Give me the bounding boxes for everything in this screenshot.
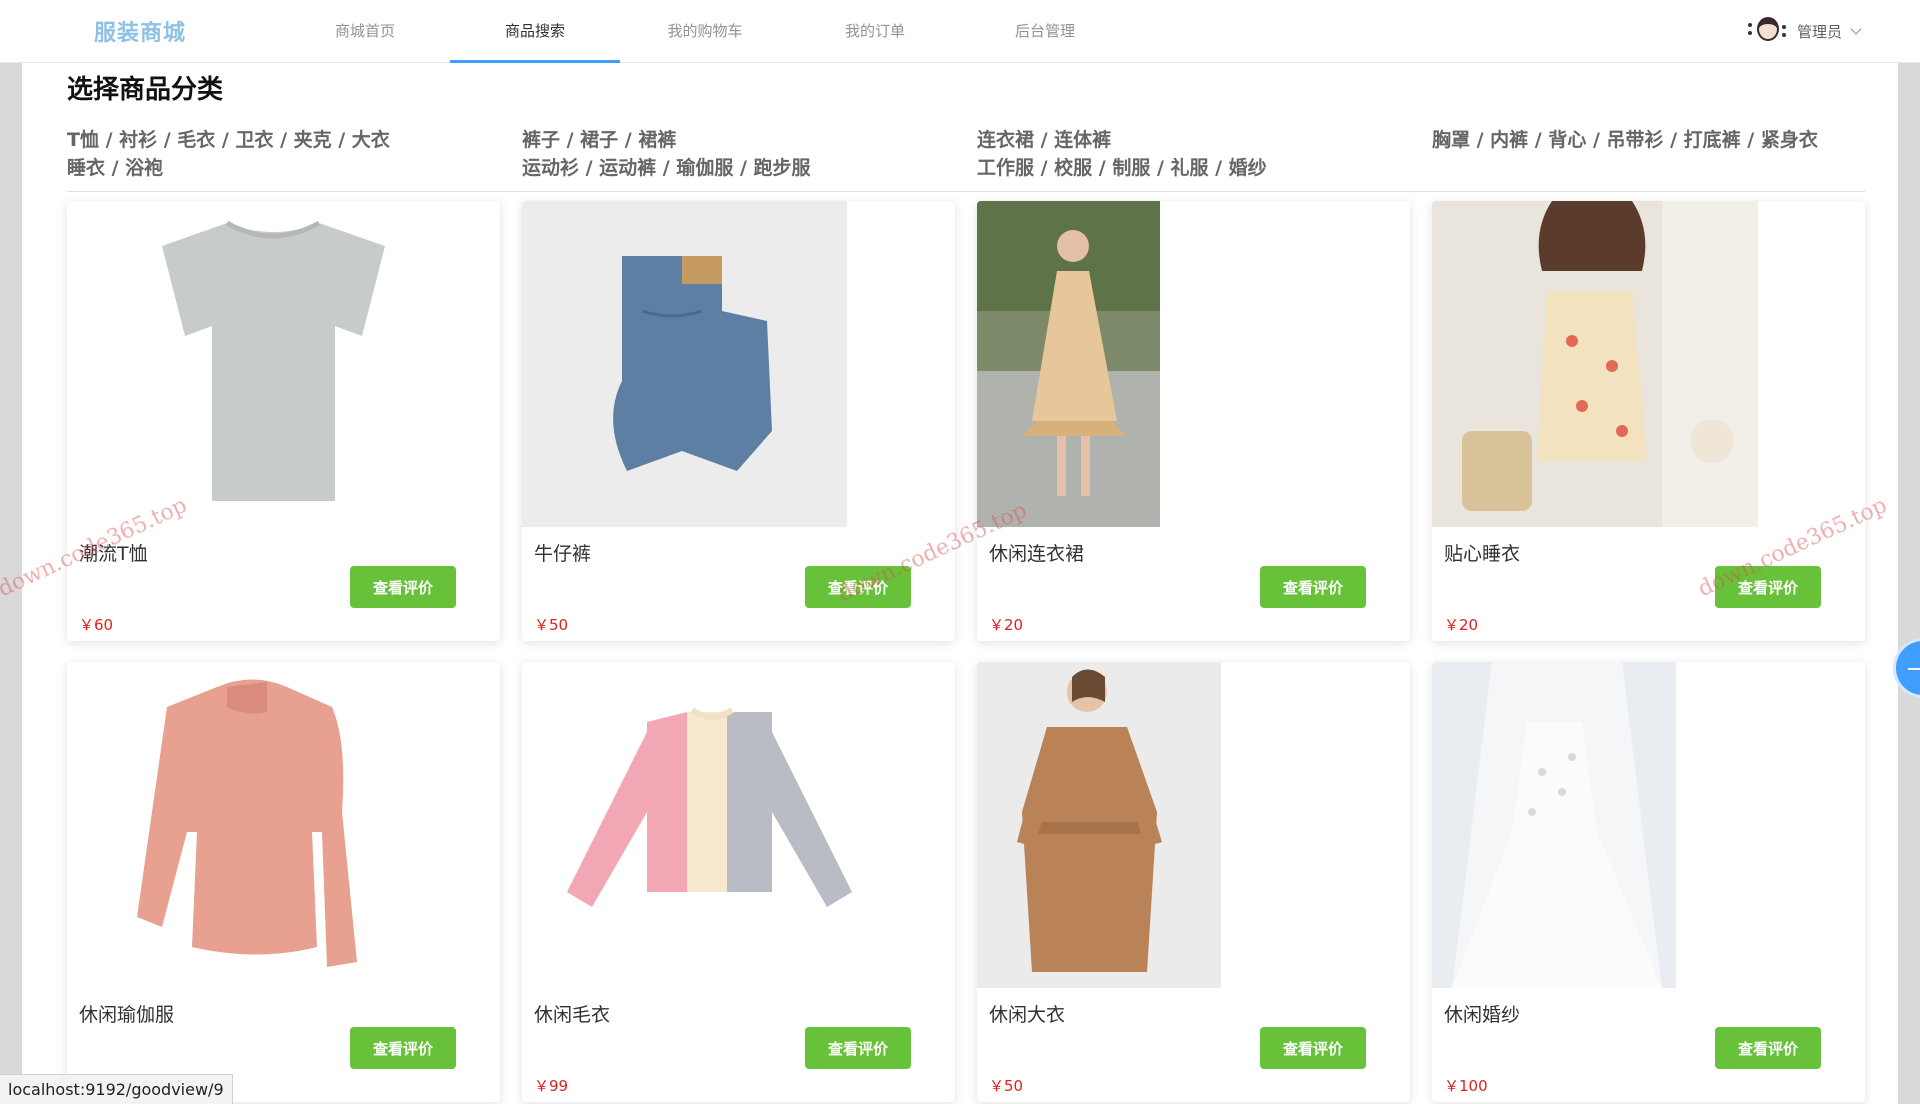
product-name: 贴心睡衣 — [1444, 543, 1521, 565]
view-reviews-button[interactable]: 查看评价 — [1260, 1027, 1366, 1069]
nav-cart[interactable]: 我的购物车 — [620, 0, 790, 63]
product-image-wedding-dress — [1432, 662, 1676, 988]
top-navbar: 服装商城 商城首页 商品搜索 我的购物车 我的订单 后台管理 管理员 — [0, 0, 1920, 63]
view-reviews-button[interactable]: 查看评价 — [350, 1027, 456, 1069]
user-menu[interactable]: 管理员 — [1744, 13, 1862, 49]
product-name: 牛仔裤 — [534, 543, 592, 565]
view-reviews-button[interactable]: 查看评价 — [1260, 566, 1366, 608]
product-card[interactable]: 休闲毛衣 查看评价 ￥99 — [522, 662, 955, 1102]
product-card[interactable]: 休闲婚纱 查看评价 ￥100 — [1432, 662, 1865, 1102]
category-link[interactable]: 工作服 / 校服 / 制服 / 礼服 / 婚纱 — [977, 154, 1417, 182]
product-card[interactable]: 潮流T恤 查看评价 ￥60 — [67, 201, 500, 641]
chevron-down-icon — [1850, 23, 1862, 35]
product-image-coat — [977, 662, 1221, 988]
brand-logo[interactable]: 服装商城 — [0, 15, 280, 47]
view-reviews-button[interactable]: 查看评价 — [1715, 566, 1821, 608]
category-group-underwear: 胸罩 / 内裤 / 背心 / 吊带衫 / 打底裤 / 紧身衣 — [1432, 126, 1872, 154]
category-link[interactable]: 运动衫 / 运动裤 / 瑜伽服 / 跑步服 — [522, 154, 962, 182]
category-link[interactable]: T恤 / 衬衫 / 毛衣 / 卫衣 / 夹克 / 大衣 — [67, 126, 507, 154]
product-price: ￥100 — [1444, 1077, 1488, 1095]
category-link[interactable]: 裤子 / 裙子 / 裙裤 — [522, 126, 962, 154]
category-filter: T恤 / 衬衫 / 毛衣 / 卫衣 / 夹克 / 大衣 睡衣 / 浴袍 裤子 /… — [67, 126, 1865, 192]
category-group-dresses: 连衣裙 / 连体裤 工作服 / 校服 / 制服 / 礼服 / 婚纱 — [977, 126, 1417, 182]
product-price: ￥60 — [79, 616, 114, 634]
product-image-dress — [977, 201, 1160, 527]
category-link[interactable]: 睡衣 / 浴袍 — [67, 154, 507, 182]
category-group-tops: T恤 / 衬衫 / 毛衣 / 卫衣 / 夹克 / 大衣 睡衣 / 浴袍 — [67, 126, 507, 182]
product-price: ￥20 — [1444, 616, 1479, 634]
product-image-yoga-top — [67, 662, 500, 988]
nav-search[interactable]: 商品搜索 — [450, 0, 620, 63]
product-image-jeans — [522, 201, 847, 527]
nav-home[interactable]: 商城首页 — [280, 0, 450, 63]
category-link[interactable]: 连衣裙 / 连体裤 — [977, 126, 1417, 154]
product-name: 休闲连衣裙 — [989, 543, 1085, 565]
product-price: ￥50 — [989, 1077, 1024, 1095]
product-price: ￥20 — [989, 616, 1024, 634]
product-card[interactable]: 牛仔裤 查看评价 ￥50 — [522, 201, 955, 641]
nav-admin[interactable]: 后台管理 — [960, 0, 1130, 63]
product-image-tshirt — [67, 201, 500, 527]
product-name: 休闲毛衣 — [534, 1004, 611, 1026]
view-reviews-button[interactable]: 查看评价 — [805, 1027, 911, 1069]
product-price: ￥99 — [534, 1077, 569, 1095]
view-reviews-button[interactable]: 查看评价 — [350, 566, 456, 608]
product-price: ￥50 — [534, 616, 569, 634]
product-card[interactable]: 休闲瑜伽服 查看评价 — [67, 662, 500, 1102]
product-image-pajamas — [1432, 201, 1758, 527]
view-reviews-button[interactable]: 查看评价 — [1715, 1027, 1821, 1069]
product-card[interactable]: 休闲连衣裙 查看评价 ￥20 — [977, 201, 1410, 641]
product-card[interactable]: 贴心睡衣 查看评价 ￥20 — [1432, 201, 1865, 641]
product-name: 休闲瑜伽服 — [79, 1004, 175, 1026]
section-title: 选择商品分类 — [67, 75, 224, 105]
category-link[interactable]: 胸罩 / 内裤 / 背心 / 吊带衫 / 打底裤 / 紧身衣 — [1432, 126, 1872, 154]
product-name: 休闲大衣 — [989, 1004, 1066, 1026]
right-edge — [1898, 0, 1920, 1104]
user-name: 管理员 — [1796, 22, 1842, 41]
nav-orders[interactable]: 我的订单 — [790, 0, 960, 63]
product-name: 潮流T恤 — [79, 543, 148, 565]
status-bar-url: localhost:9192/goodview/9 — [0, 1074, 233, 1104]
view-reviews-button[interactable]: 查看评价 — [805, 566, 911, 608]
avatar — [1744, 13, 1789, 49]
category-group-bottoms: 裤子 / 裙子 / 裙裤 运动衫 / 运动裤 / 瑜伽服 / 跑步服 — [522, 126, 962, 182]
left-edge — [0, 63, 22, 1104]
product-card[interactable]: 休闲大衣 查看评价 ￥50 — [977, 662, 1410, 1102]
product-image-sweater — [522, 662, 955, 988]
product-name: 休闲婚纱 — [1444, 1004, 1521, 1026]
